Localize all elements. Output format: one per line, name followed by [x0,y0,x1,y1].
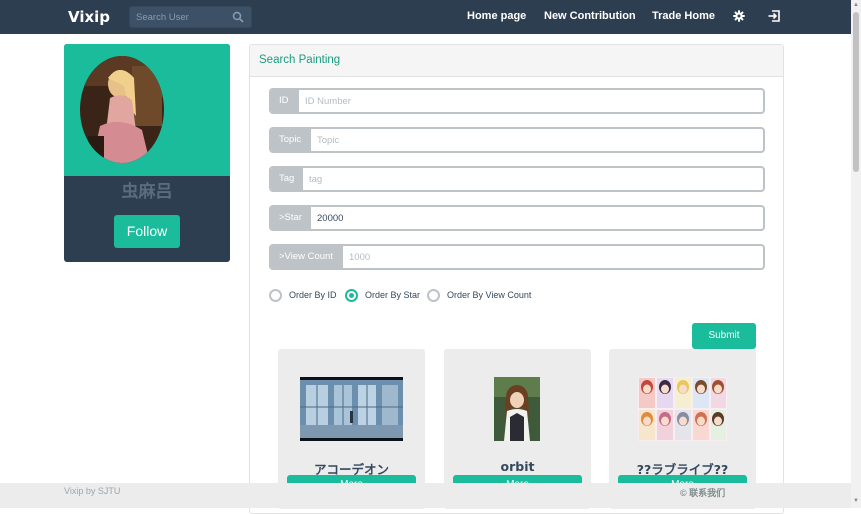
painting-thumbnail[interactable] [494,377,540,441]
sign-out-icon[interactable] [767,9,781,23]
radio-label: Order By ID [289,290,337,300]
panel-header: Search Painting [250,45,783,77]
footer-credit: Vixip by SJTU [64,486,121,496]
id-field: ID [269,88,765,114]
painting-thumbnail[interactable] [300,377,403,441]
order-by-star-radio[interactable]: Order By Star [345,289,421,303]
radio-circle[interactable] [345,289,358,302]
radio-label: Order By Star [365,290,421,300]
search-icon[interactable] [232,11,244,23]
follow-button[interactable]: Follow [114,215,180,248]
star-field: >Star [269,205,765,231]
search-painting-panel: Search Painting ID Topic Tag >Star >View… [249,44,784,514]
footer: Vixip by SJTU © 联系我们 [0,483,851,508]
profile-card: 虫麻吕 Follow [64,44,230,262]
nav-home-page[interactable]: Home page [467,10,526,22]
view-count-input[interactable] [349,246,749,268]
top-navbar: Vixip Home page New Contribution Trade H… [0,0,851,34]
star-input[interactable] [317,207,747,229]
profile-header [64,44,230,176]
painting-thumbnail[interactable] [638,377,727,441]
radio-circle[interactable] [427,289,440,302]
topic-field-label: Topic [271,129,311,151]
star-field-label: >Star [271,207,311,229]
nav-trade-home[interactable]: Trade Home [652,10,715,22]
vertical-scrollbar[interactable]: ▲ ▼ [851,0,861,508]
user-search-box [129,6,252,28]
scroll-down-icon[interactable]: ▼ [853,498,859,504]
profile-username: 虫麻吕 [121,182,173,202]
order-by-id-radio[interactable]: Order By ID [269,289,339,303]
tag-input[interactable] [309,168,749,190]
panel-title: Search Painting [259,54,341,66]
tag-field: Tag [269,166,765,192]
topic-field: Topic [269,127,765,153]
scroll-up-icon[interactable]: ▲ [853,2,859,8]
id-field-label: ID [271,90,299,112]
order-by-view-count-radio[interactable]: Order By View Count [427,289,537,303]
user-search-input[interactable] [136,10,232,25]
scrollbar-thumb[interactable] [853,12,859,172]
view-count-field-label: >View Count [271,246,343,268]
nav-new-contribution[interactable]: New Contribution [544,10,636,22]
view-count-field: >View Count [269,244,765,270]
painting-title: orbit [500,459,535,474]
radio-label: Order By View Count [447,290,532,300]
topic-input[interactable] [317,129,747,151]
gear-icon[interactable] [732,9,746,23]
brand-logo[interactable]: Vixip [68,8,110,26]
submit-button[interactable]: Submit [692,323,756,349]
avatar [80,56,164,163]
tag-field-label: Tag [271,168,303,190]
radio-circle[interactable] [269,289,282,302]
id-input[interactable] [305,90,745,112]
contact-us-link[interactable]: © 联系我们 [680,486,725,499]
